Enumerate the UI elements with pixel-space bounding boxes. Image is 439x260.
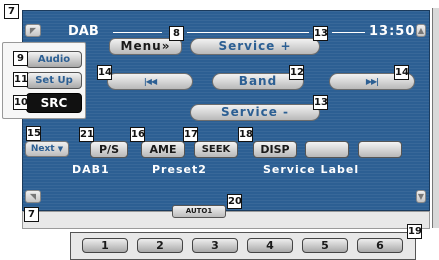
ps-button[interactable]: P/S (90, 141, 128, 158)
adjacent-panel-edge (432, 8, 439, 228)
audio-button[interactable]: Audio (26, 51, 82, 68)
next-function-label: Next (30, 144, 55, 154)
clock: 13:50 (369, 24, 416, 39)
callout-9: 9 (13, 51, 28, 66)
header-line-right (332, 32, 365, 33)
callout-8: 8 (169, 26, 184, 41)
auto-button[interactable]: AUTO1 (172, 205, 226, 218)
blank-button-2[interactable] (358, 141, 402, 158)
src-button[interactable]: SRC (26, 93, 82, 113)
manual-figure: DAB 13:50 Menu» Service + |◀◀ Band ▶▶| S… (0, 0, 439, 260)
setup-button[interactable]: Set Up (26, 72, 82, 89)
callout-14-right: 14 (394, 65, 409, 80)
band-name: DAB1 (72, 163, 110, 176)
preset-name: Preset2 (152, 163, 207, 176)
preset-button-4[interactable]: 4 (247, 238, 293, 253)
next-function-button[interactable]: Next ▼ (25, 141, 69, 157)
volume-up-icon[interactable]: ◤ (25, 24, 41, 37)
callout-10: 10 (13, 95, 28, 110)
ame-button[interactable]: AME (141, 141, 185, 158)
service-plus-button[interactable]: Service + (190, 38, 320, 55)
preset-button-1[interactable]: 1 (82, 238, 128, 253)
prev-button[interactable]: |◀◀ (107, 73, 193, 90)
preset-button-3[interactable]: 3 (192, 238, 238, 253)
callout-21: 21 (79, 127, 94, 142)
seek-button[interactable]: SEEK (194, 141, 238, 158)
service-minus-button[interactable]: Service - (190, 104, 320, 121)
display-lower-strip (22, 211, 430, 229)
volume-down-icon[interactable]: ◥ (25, 190, 41, 203)
callout-17: 17 (183, 127, 198, 142)
callout-19: 19 (407, 224, 422, 239)
callout-7-bottom: 7 (24, 207, 39, 222)
header-line-mid (187, 32, 309, 33)
callout-11: 11 (13, 72, 28, 87)
callout-14-left: 14 (97, 65, 112, 80)
callout-12: 12 (289, 65, 304, 80)
disp-button[interactable]: DISP (253, 141, 297, 158)
preset-button-6[interactable]: 6 (357, 238, 403, 253)
service-label: Service Label (263, 163, 360, 176)
chevron-down-icon: ▼ (57, 145, 64, 153)
header-line-left (113, 32, 162, 33)
callout-7-top: 7 (4, 4, 19, 19)
callout-20: 20 (227, 194, 242, 209)
callout-16: 16 (130, 127, 145, 142)
blank-button-1[interactable] (305, 141, 349, 158)
preset-button-2[interactable]: 2 (137, 238, 183, 253)
preset-button-5[interactable]: 5 (302, 238, 348, 253)
callout-18: 18 (238, 127, 253, 142)
scroll-down-right-icon[interactable]: ▼ (416, 190, 426, 203)
callout-13-top: 13 (313, 26, 328, 41)
scroll-up-right-icon[interactable]: ▲ (416, 24, 426, 37)
callout-15: 15 (26, 126, 41, 141)
callout-13-mid: 13 (313, 95, 328, 110)
source-label: DAB (68, 24, 99, 39)
